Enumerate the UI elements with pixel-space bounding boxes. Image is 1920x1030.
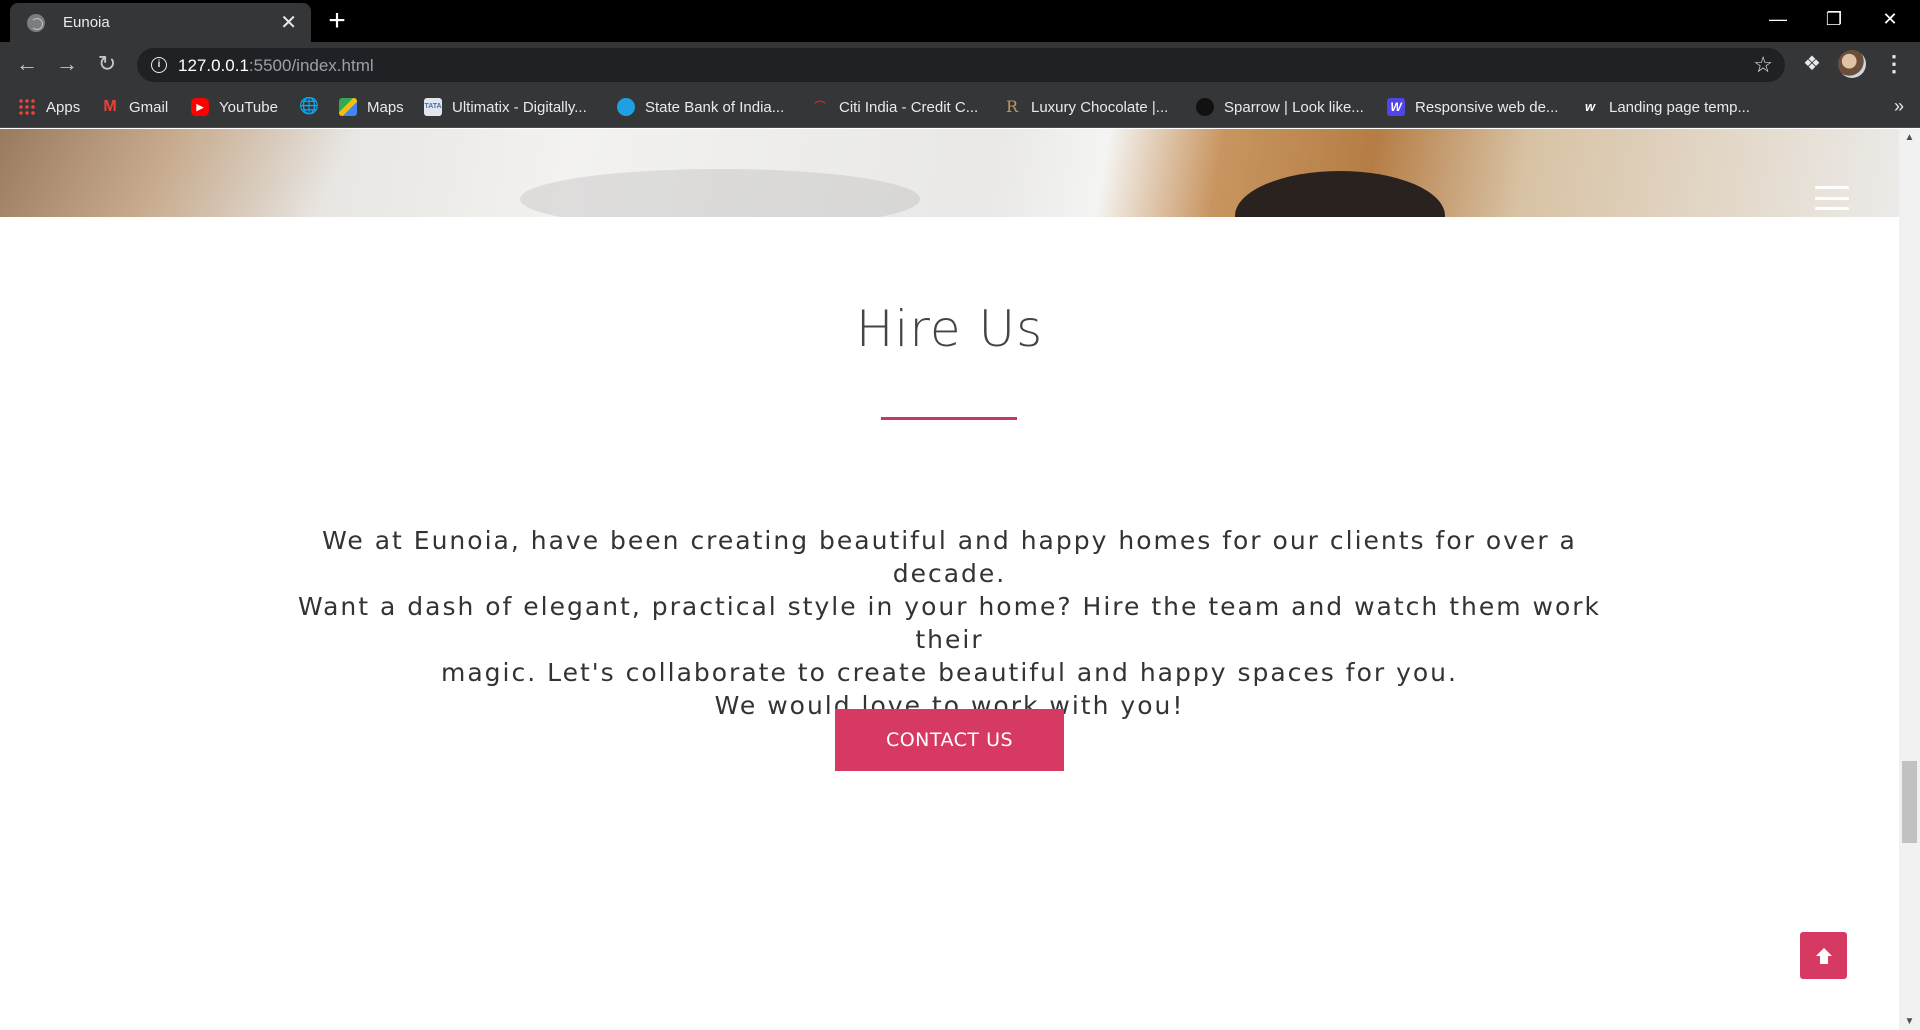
bookmark-luxury-chocolate[interactable]: R Luxury Chocolate |... [1003, 95, 1168, 119]
browser-titlebar: Eunoia ✕ + — ❐ ✕ [0, 0, 1920, 42]
scroll-up-arrow-icon[interactable]: ▲ [1899, 129, 1920, 146]
bookmark-label: Landing page temp... [1609, 98, 1750, 116]
bookmark-apps[interactable]: Apps [18, 95, 80, 119]
tab-title: Eunoia [63, 14, 110, 31]
sbi-icon [617, 98, 635, 116]
bookmark-ultimatix[interactable]: TATA Ultimatix - Digitally... [424, 95, 587, 119]
hero-image-shadow [520, 169, 920, 217]
bookmark-label: Responsive web de... [1415, 98, 1559, 116]
bookmark-label: Apps [46, 98, 81, 116]
bookmark-gmail[interactable]: M Gmail [101, 95, 168, 119]
address-bar[interactable]: i 127.0.0.1:5500/index.html ☆ [137, 48, 1785, 82]
citi-icon: ⌒ [814, 101, 826, 113]
bookmark-citi[interactable]: ⌒ Citi India - Credit C... [811, 95, 979, 119]
contact-us-button[interactable]: CONTACT US [835, 709, 1064, 771]
globe-icon: 🌐 [299, 98, 319, 115]
bookmark-globe[interactable]: 🌐 [299, 95, 327, 119]
bookmark-label: State Bank of India... [645, 98, 785, 116]
sparrow-icon [1196, 98, 1214, 116]
maps-icon [339, 98, 357, 116]
scroll-thumb[interactable] [1902, 761, 1917, 843]
browser-toolbar: ← → ↻ i 127.0.0.1:5500/index.html ☆ ❖ ⋮ [0, 42, 1920, 86]
w-small-icon: w [1584, 99, 1596, 114]
bookmark-landing-page[interactable]: w Landing page temp... [1581, 95, 1750, 119]
restore-button[interactable]: ❐ [1806, 0, 1862, 40]
browser-menu-icon[interactable]: ⋮ [1880, 50, 1908, 78]
url-path: :5500/index.html [248, 56, 374, 75]
hire-description: We at Eunoia, have been creating beautif… [270, 524, 1629, 722]
gmail-icon: M [103, 98, 117, 115]
browser-tab[interactable]: Eunoia ✕ [10, 3, 311, 42]
title-underline [881, 417, 1017, 420]
minimize-button[interactable]: — [1750, 0, 1806, 40]
bookmarks-overflow-icon[interactable]: » [1894, 96, 1904, 117]
tab-close-icon[interactable]: ✕ [280, 13, 297, 33]
hero-image-wood [0, 129, 470, 217]
forward-button[interactable]: → [53, 50, 81, 78]
description-line: We at Eunoia, have been creating beautif… [322, 526, 1577, 588]
page-scrollbar[interactable]: ▲ ▼ [1899, 129, 1920, 1030]
profile-avatar[interactable] [1838, 50, 1866, 78]
section-title: Hire Us [855, 300, 1044, 358]
bookmark-label: Maps [367, 98, 404, 116]
url-host: 127.0.0.1 [178, 56, 249, 75]
back-button[interactable]: ← [13, 50, 41, 78]
tata-icon: TATA [424, 98, 442, 116]
r-icon: R [1005, 97, 1019, 116]
hamburger-bar [1815, 207, 1849, 210]
w-icon: W [1387, 98, 1405, 116]
hero-image [0, 129, 1899, 217]
tab-favicon-icon [27, 13, 45, 32]
bookmark-label: Ultimatix - Digitally... [452, 98, 587, 116]
apps-grid-icon [18, 98, 36, 116]
bookmark-youtube[interactable]: ▶ YouTube [191, 95, 278, 119]
extensions-puzzle-icon[interactable]: ❖ [1798, 50, 1826, 78]
bookmark-sparrow[interactable]: Sparrow | Look like... [1196, 95, 1364, 119]
bookmark-label: Gmail [129, 98, 169, 116]
new-tab-button[interactable]: + [322, 6, 352, 36]
scroll-down-arrow-icon[interactable]: ▼ [1899, 1013, 1920, 1030]
arrow-up-icon [1815, 947, 1832, 964]
bookmark-label: Luxury Chocolate |... [1031, 98, 1169, 116]
close-window-button[interactable]: ✕ [1862, 0, 1918, 40]
bookmark-maps[interactable]: Maps [339, 95, 404, 119]
description-line: Want a dash of elegant, practical style … [297, 592, 1602, 654]
hamburger-bar [1815, 186, 1849, 189]
description-line: magic. Let's collaborate to create beaut… [441, 658, 1458, 687]
bookmark-star-icon[interactable]: ☆ [1753, 52, 1773, 78]
reload-button[interactable]: ↻ [93, 50, 121, 78]
page-viewport: Hire Us We at Eunoia, have been creating… [0, 129, 1899, 1030]
bookmark-responsive-web[interactable]: W Responsive web de... [1387, 95, 1558, 119]
bookmarks-bar: Apps M Gmail ▶ YouTube 🌐 Maps TATA Ultim… [0, 86, 1920, 128]
site-info-icon[interactable]: i [151, 57, 167, 73]
bookmark-label: Citi India - Credit C... [839, 98, 979, 116]
youtube-icon: ▶ [191, 98, 209, 116]
bookmark-label: YouTube [219, 98, 278, 116]
url-text[interactable]: 127.0.0.1:5500/index.html [178, 56, 374, 76]
hamburger-menu-icon[interactable] [1815, 186, 1849, 210]
back-to-top-button[interactable] [1800, 932, 1847, 979]
hamburger-bar [1815, 196, 1849, 200]
bookmark-sbi[interactable]: State Bank of India... [617, 95, 784, 119]
hero-image-person [1235, 171, 1445, 217]
bookmark-label: Sparrow | Look like... [1224, 98, 1364, 116]
